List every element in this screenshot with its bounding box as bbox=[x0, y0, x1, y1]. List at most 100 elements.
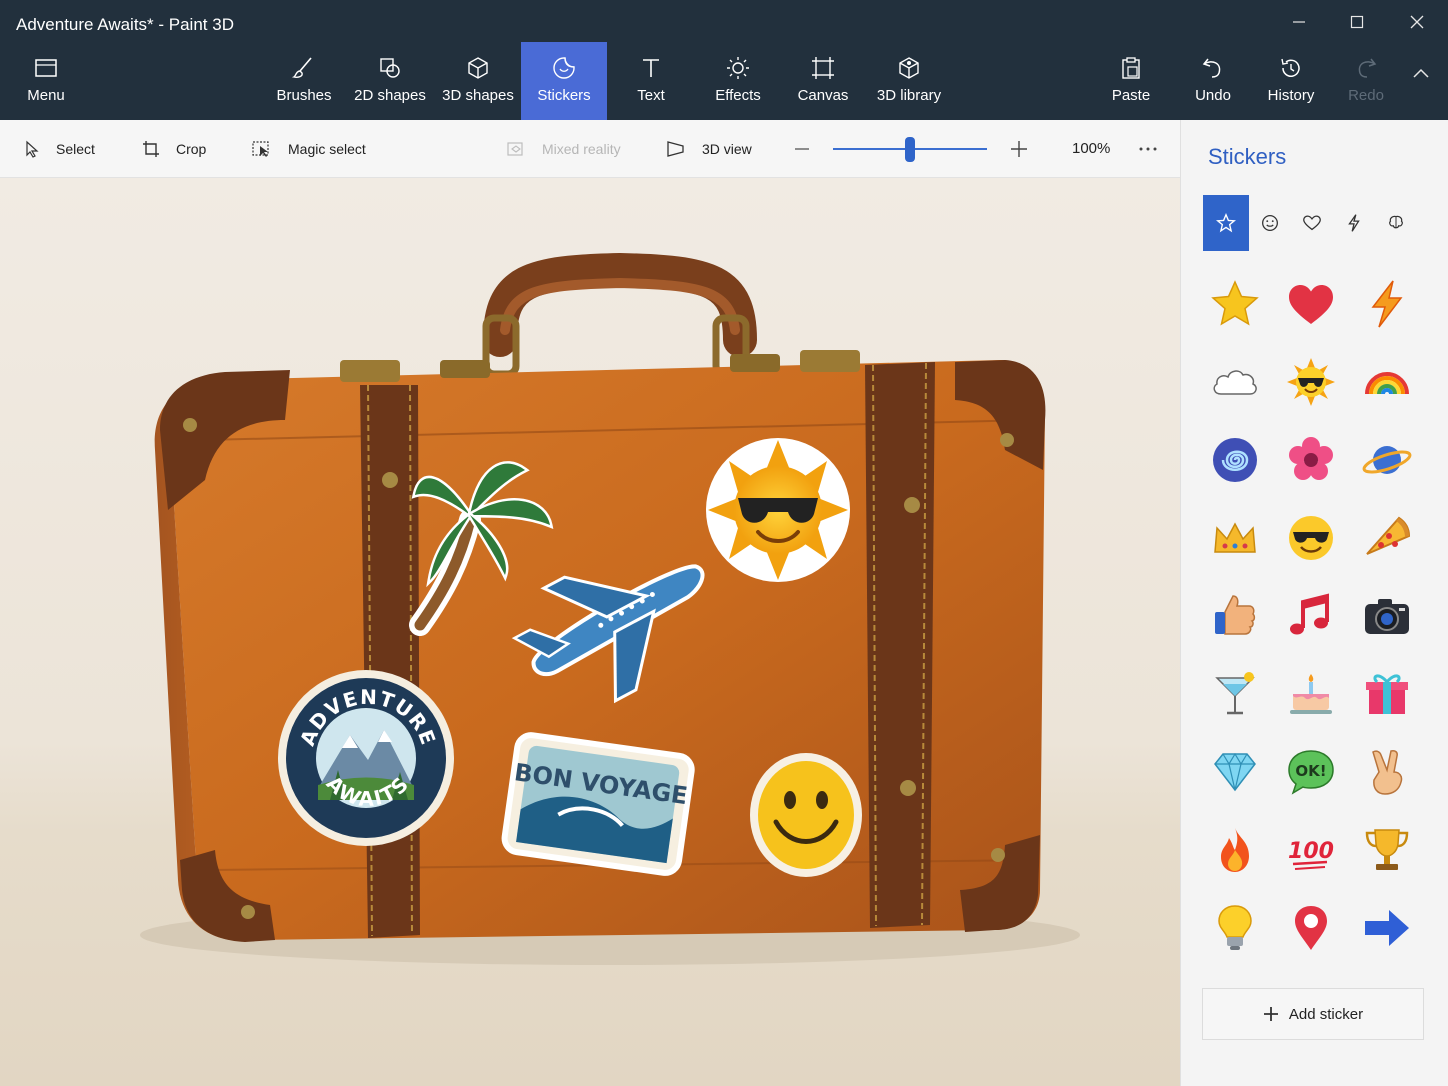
add-sticker-button[interactable]: Add sticker bbox=[1202, 988, 1424, 1040]
hundred-sticker[interactable]: 100 bbox=[1281, 820, 1341, 880]
arrow-right-sticker-icon bbox=[1365, 910, 1409, 946]
mixed-reality-button[interactable]: Mixed reality bbox=[506, 120, 621, 178]
select-label: Select bbox=[56, 141, 95, 157]
menu-button[interactable]: Menu bbox=[16, 42, 76, 120]
text-icon bbox=[643, 59, 659, 77]
3d-view-icon bbox=[667, 141, 684, 157]
heart-sticker[interactable] bbox=[1281, 274, 1341, 334]
brush-icon bbox=[291, 57, 312, 78]
star-icon bbox=[1215, 212, 1237, 233]
history-icon bbox=[1281, 58, 1300, 77]
cool-face-sticker[interactable] bbox=[1281, 508, 1341, 568]
category-tab-stickers[interactable] bbox=[1203, 195, 1249, 251]
3d-view-toggle[interactable]: 3D view bbox=[666, 120, 752, 178]
svg-text:100: 100 bbox=[1288, 839, 1334, 864]
category-tab-energy[interactable] bbox=[1331, 195, 1377, 251]
sun-sunglasses-sticker-canvas bbox=[706, 438, 850, 582]
lightbulb-sticker[interactable] bbox=[1205, 898, 1265, 958]
peace-hand-sticker[interactable] bbox=[1357, 742, 1417, 802]
stickers-panel: Stickers OK! 100 Add sticker bbox=[1180, 120, 1448, 1086]
trophy-sticker[interactable] bbox=[1357, 820, 1417, 880]
spiral-sticker[interactable] bbox=[1205, 430, 1265, 490]
tool-stickers[interactable]: Stickers bbox=[521, 42, 607, 120]
category-tab-ideas[interactable] bbox=[1373, 195, 1419, 251]
redo-button[interactable]: Redo bbox=[1343, 42, 1389, 120]
close-button[interactable] bbox=[1388, 0, 1446, 44]
undo-button[interactable]: Undo bbox=[1190, 42, 1236, 120]
rainbow-sticker[interactable] bbox=[1357, 352, 1417, 412]
lightning-sticker[interactable] bbox=[1357, 274, 1417, 334]
3d-library-icon bbox=[899, 57, 919, 79]
zoom-slider-thumb[interactable] bbox=[905, 137, 915, 162]
cocktail-sticker-icon bbox=[1215, 672, 1255, 715]
minimize-button[interactable] bbox=[1270, 0, 1328, 44]
effects-icon bbox=[727, 57, 749, 79]
select-arrow-icon bbox=[26, 140, 39, 158]
partial-sticker-3[interactable] bbox=[1357, 976, 1417, 988]
tool-brushes[interactable]: Brushes bbox=[272, 42, 336, 120]
sun-sunglasses-sticker[interactable] bbox=[1281, 352, 1341, 412]
tool-text[interactable]: Text bbox=[620, 42, 682, 120]
text-label: Text bbox=[637, 87, 665, 104]
thumbs-up-sticker[interactable] bbox=[1205, 586, 1265, 646]
tool-3d-shapes[interactable]: 3D shapes bbox=[440, 42, 516, 120]
music-note-sticker[interactable] bbox=[1281, 586, 1341, 646]
gift-sticker[interactable] bbox=[1357, 664, 1417, 724]
window-title: Adventure Awaits* - Paint 3D bbox=[16, 15, 234, 34]
smiley-icon bbox=[1262, 215, 1278, 231]
camera-sticker[interactable] bbox=[1357, 586, 1417, 646]
title-bar: Adventure Awaits* - Paint 3D Menu Brushe… bbox=[0, 0, 1448, 120]
map-pin-sticker[interactable] bbox=[1281, 898, 1341, 958]
adventure-awaits-sticker: ADVENTURE AWAITS bbox=[278, 670, 454, 846]
redo-label: Redo bbox=[1348, 87, 1384, 104]
tool-2d-shapes[interactable]: 2D shapes bbox=[352, 42, 428, 120]
heart-icon bbox=[1303, 215, 1321, 231]
flower-sticker[interactable] bbox=[1281, 430, 1341, 490]
pizza-sticker[interactable] bbox=[1357, 508, 1417, 568]
stickers-icon bbox=[553, 57, 575, 79]
maximize-icon bbox=[1350, 15, 1364, 29]
diamond-sticker[interactable] bbox=[1205, 742, 1265, 802]
cake-sticker-icon bbox=[1290, 674, 1332, 714]
tool-effects[interactable]: Effects bbox=[706, 42, 770, 120]
magic-select-button[interactable]: Magic select bbox=[252, 120, 366, 178]
zoom-out-button[interactable] bbox=[794, 120, 826, 178]
tool-canvas[interactable]: Canvas bbox=[792, 42, 854, 120]
more-options-button[interactable] bbox=[1138, 120, 1174, 178]
partial-sticker-1[interactable] bbox=[1205, 976, 1265, 988]
peace-hand-sticker-icon bbox=[1372, 750, 1403, 795]
planet-sticker[interactable] bbox=[1357, 430, 1417, 490]
category-tab-hearts[interactable] bbox=[1289, 195, 1335, 251]
crop-icon bbox=[143, 141, 159, 157]
music-note-sticker-icon bbox=[1290, 593, 1329, 635]
ok-bubble-sticker[interactable]: OK! bbox=[1281, 742, 1341, 802]
drawing-canvas[interactable]: ADVENTURE AWAITS BON VOYAGE bbox=[0, 178, 1180, 1086]
paste-button[interactable]: Paste bbox=[1106, 42, 1156, 120]
cloud-sticker[interactable] bbox=[1205, 352, 1265, 412]
brain-icon bbox=[1389, 215, 1403, 229]
2d-shapes-label: 2D shapes bbox=[354, 87, 426, 104]
crown-sticker[interactable] bbox=[1205, 508, 1265, 568]
history-label: History bbox=[1267, 87, 1315, 104]
star-sticker[interactable] bbox=[1205, 274, 1265, 334]
effects-label: Effects bbox=[715, 87, 761, 104]
menu-label: Menu bbox=[27, 87, 65, 104]
fire-sticker-icon bbox=[1221, 828, 1249, 872]
cocktail-sticker[interactable] bbox=[1205, 664, 1265, 724]
cloud-sticker-icon bbox=[1213, 370, 1257, 395]
canvas-icon bbox=[812, 57, 834, 79]
select-button[interactable]: Select bbox=[24, 120, 95, 178]
paste-label: Paste bbox=[1111, 87, 1151, 104]
crop-button[interactable]: Crop bbox=[142, 120, 206, 178]
tool-3d-library[interactable]: 3D library bbox=[872, 42, 946, 120]
fire-sticker[interactable] bbox=[1205, 820, 1265, 880]
zoom-in-button[interactable] bbox=[1010, 120, 1044, 178]
cake-sticker[interactable] bbox=[1281, 664, 1341, 724]
category-tab-faces[interactable] bbox=[1247, 195, 1293, 251]
paste-icon bbox=[1122, 57, 1140, 79]
history-button[interactable]: History bbox=[1263, 42, 1319, 120]
collapse-ribbon-button[interactable] bbox=[1412, 66, 1430, 84]
maximize-button[interactable] bbox=[1328, 0, 1386, 44]
arrow-right-sticker[interactable] bbox=[1357, 898, 1417, 958]
partial-sticker-icon-3 bbox=[1361, 976, 1413, 988]
